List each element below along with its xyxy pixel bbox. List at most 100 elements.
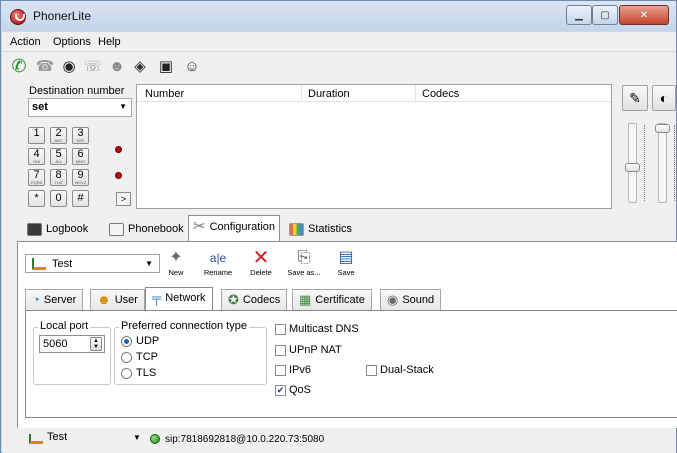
mobile-phone-icon[interactable]: ▣ xyxy=(156,56,176,76)
speaker-volume-slider[interactable] xyxy=(658,123,667,203)
checkbox-qos[interactable]: ✔ QoS xyxy=(275,384,311,396)
transfer-handset-icon[interactable]: ☏ xyxy=(83,56,103,76)
status-profile-select[interactable]: Test ▼ xyxy=(25,431,155,447)
button-label: Delete xyxy=(250,268,272,277)
checkbox-box xyxy=(275,344,286,356)
local-port-value: 5060 xyxy=(43,338,68,350)
button-label: New xyxy=(168,268,184,277)
save-button[interactable]: ▤ Save xyxy=(331,248,361,277)
key-digit: 0 xyxy=(55,192,62,204)
key-7[interactable]: 7 PQRS xyxy=(28,169,45,186)
menu-options[interactable]: Options xyxy=(53,36,91,48)
key-0[interactable]: 0 xyxy=(50,190,67,207)
checkbox-multicast-dns[interactable]: Multicast DNS xyxy=(275,323,359,335)
hangup-handset-icon[interactable]: ☎ xyxy=(35,56,55,76)
key-8[interactable]: 8 TUV xyxy=(50,169,67,186)
column-number[interactable]: Number xyxy=(145,88,184,100)
tab-statistics[interactable]: Statistics xyxy=(285,218,356,242)
key-2[interactable]: 2 ABC xyxy=(50,127,67,144)
checkbox-upnp-nat[interactable]: UPnP NAT xyxy=(275,344,342,356)
chevron-down-icon[interactable]: ▼ xyxy=(119,102,127,111)
key-hash[interactable]: # xyxy=(72,190,89,207)
key-letters: ABC xyxy=(54,138,63,143)
tab-logbook[interactable]: Logbook xyxy=(23,218,92,242)
slider-ticks xyxy=(674,125,675,201)
expand-button[interactable]: > xyxy=(116,192,131,206)
key-star[interactable]: * xyxy=(28,190,45,207)
speaker-mute-button[interactable]: ◐ xyxy=(652,85,676,111)
rename-profile-button[interactable]: a|e Rename xyxy=(201,248,235,277)
tab-certificate[interactable]: ▦ Certificate xyxy=(292,289,372,311)
button-label: Save xyxy=(337,268,355,277)
key-3[interactable]: 3 DEF xyxy=(72,127,89,144)
key-9[interactable]: 9 WXYZ xyxy=(72,169,89,186)
radio-label: UDP xyxy=(136,335,160,347)
radio-label: TLS xyxy=(136,367,157,379)
voicemail-icon[interactable]: ◉ xyxy=(59,56,79,76)
certificate-icon: ▦ xyxy=(299,292,312,307)
connection-type-label: Preferred connection type xyxy=(119,320,249,332)
checkbox-label: Multicast DNS xyxy=(289,323,359,335)
microphone-mute-button[interactable]: ✎ xyxy=(622,85,648,111)
save-as-button[interactable]: ⎘ Save as... xyxy=(284,248,324,277)
checkbox-box xyxy=(275,364,286,376)
checkbox-ipv6[interactable]: IPv6 xyxy=(275,364,311,376)
server-icon: ◔ xyxy=(32,292,40,307)
conference-users-icon[interactable]: ☻ xyxy=(107,56,127,76)
microphone-volume-thumb[interactable] xyxy=(625,163,640,172)
key-4[interactable]: 4 GHI xyxy=(28,148,45,165)
radio-udp[interactable]: UDP xyxy=(121,335,159,347)
key-1[interactable]: 1 xyxy=(28,127,45,144)
app-logo-icon xyxy=(10,9,26,25)
call-list[interactable]: Number Duration Codecs xyxy=(136,84,612,209)
checkbox-dual-stack[interactable]: Dual-Stack xyxy=(366,364,434,376)
delete-x-icon: ✕ xyxy=(252,247,270,269)
tab-phonebook[interactable]: Phonebook xyxy=(105,218,188,242)
new-profile-button[interactable]: ✦ New xyxy=(164,248,188,277)
tab-server[interactable]: ◔ Server xyxy=(25,289,84,311)
save-disk-icon: ▤ xyxy=(338,249,354,266)
call-green-handset-icon[interactable]: ✆ xyxy=(9,56,29,76)
profile-icon xyxy=(29,434,43,444)
tab-user[interactable]: ☻ User xyxy=(90,289,145,311)
key-digit: # xyxy=(77,192,84,204)
menu-action[interactable]: Action xyxy=(10,36,41,48)
column-duration[interactable]: Duration xyxy=(308,88,350,100)
tab-codecs[interactable]: ✪ Codecs xyxy=(221,289,288,311)
redirect-diamond-icon[interactable]: ◈ xyxy=(130,56,150,76)
tab-configuration[interactable]: ✂ Configuration xyxy=(188,215,281,242)
tools-icon: ✂ xyxy=(193,218,206,235)
tab-label: Logbook xyxy=(46,223,89,235)
checkmark-icon: ✔ xyxy=(275,384,286,396)
toolbar: ✆ ☎ ◉ ☏ ☻ ◈ ▣ ☺ xyxy=(2,52,676,80)
profile-selected: Test xyxy=(52,258,73,270)
key-letters: JKL xyxy=(55,159,62,164)
smiley-icon[interactable]: ☺ xyxy=(182,56,202,76)
menu-help[interactable]: Help xyxy=(98,36,121,48)
profile-icon xyxy=(32,258,46,270)
key-5[interactable]: 5 JKL xyxy=(50,148,67,165)
column-codecs[interactable]: Codecs xyxy=(422,88,459,100)
key-letters: GHI xyxy=(32,159,41,164)
maximize-button[interactable]: ▢ xyxy=(592,5,618,25)
chevron-down-icon[interactable]: ▼ xyxy=(133,433,141,442)
window-title: PhonerLite xyxy=(33,9,92,23)
checkbox-label: IPv6 xyxy=(289,364,312,376)
tab-label: User xyxy=(114,294,138,306)
destination-input[interactable]: set ▼ xyxy=(28,98,132,117)
local-port-input[interactable]: 5060 ▲ ▼ xyxy=(39,335,105,353)
speaker-volume-thumb[interactable] xyxy=(655,124,670,133)
chevron-down-icon[interactable]: ▼ xyxy=(145,259,153,268)
profile-select[interactable]: Test ▼ xyxy=(25,254,160,273)
delete-profile-button[interactable]: ✕ Delete xyxy=(246,248,276,277)
tab-sound[interactable]: ◉ Sound xyxy=(380,289,442,311)
phonebook-icon xyxy=(109,223,124,236)
radio-tcp[interactable]: TCP xyxy=(121,351,158,363)
tab-network[interactable]: ╤ Network xyxy=(145,287,213,311)
close-button[interactable]: ✕ xyxy=(619,5,669,25)
spinner-arrows-icon[interactable]: ▲ ▼ xyxy=(90,337,102,351)
minimize-button[interactable]: ▁ xyxy=(566,5,592,25)
key-6[interactable]: 6 MNO xyxy=(72,148,89,165)
checkbox-box xyxy=(275,323,286,335)
radio-tls[interactable]: TLS xyxy=(121,367,156,379)
